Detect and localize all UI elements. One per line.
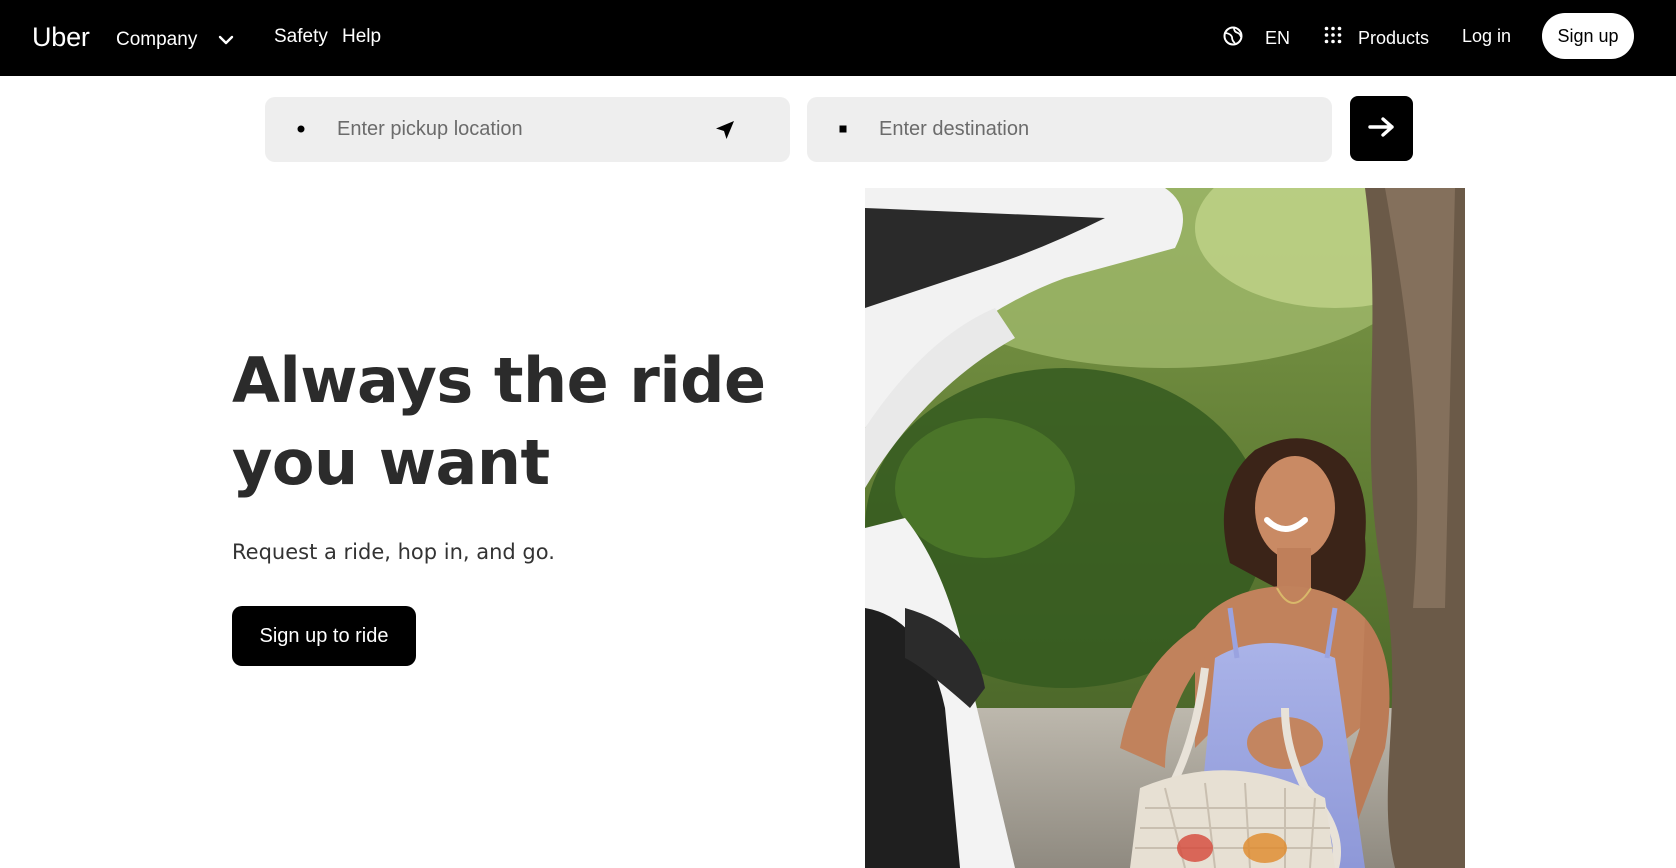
company-menu[interactable]: Company [116, 26, 235, 54]
hero-title: Always the ride you want [232, 344, 766, 499]
location-arrow-icon[interactable] [713, 118, 737, 142]
login-link[interactable]: Log in [1462, 26, 1511, 47]
top-navigation: Uber Company Safety Help EN Products Log… [0, 0, 1676, 76]
pickup-field [265, 97, 790, 162]
products-menu[interactable]: Products [1358, 28, 1429, 49]
uber-logo[interactable]: Uber [32, 22, 90, 53]
hero-photo [865, 188, 1465, 868]
dot-icon [297, 125, 305, 133]
signup-button[interactable]: Sign up [1542, 13, 1634, 59]
hero-subtitle: Request a ride, hop in, and go. [232, 540, 555, 564]
chevron-down-icon [217, 31, 235, 49]
pickup-input[interactable] [337, 97, 717, 162]
destination-input[interactable] [879, 97, 1259, 162]
nav-link-help[interactable]: Help [342, 26, 381, 48]
arrow-right-icon [1367, 115, 1397, 142]
destination-field [807, 97, 1332, 162]
square-icon [839, 125, 847, 133]
language-selector[interactable]: EN [1265, 28, 1290, 49]
company-label: Company [116, 29, 198, 50]
nav-link-safety[interactable]: Safety [274, 26, 328, 48]
grid-dots-icon[interactable] [1324, 26, 1342, 44]
signup-to-ride-button[interactable]: Sign up to ride [232, 606, 416, 666]
search-submit-button[interactable] [1350, 96, 1413, 161]
globe-icon[interactable] [1222, 25, 1244, 47]
